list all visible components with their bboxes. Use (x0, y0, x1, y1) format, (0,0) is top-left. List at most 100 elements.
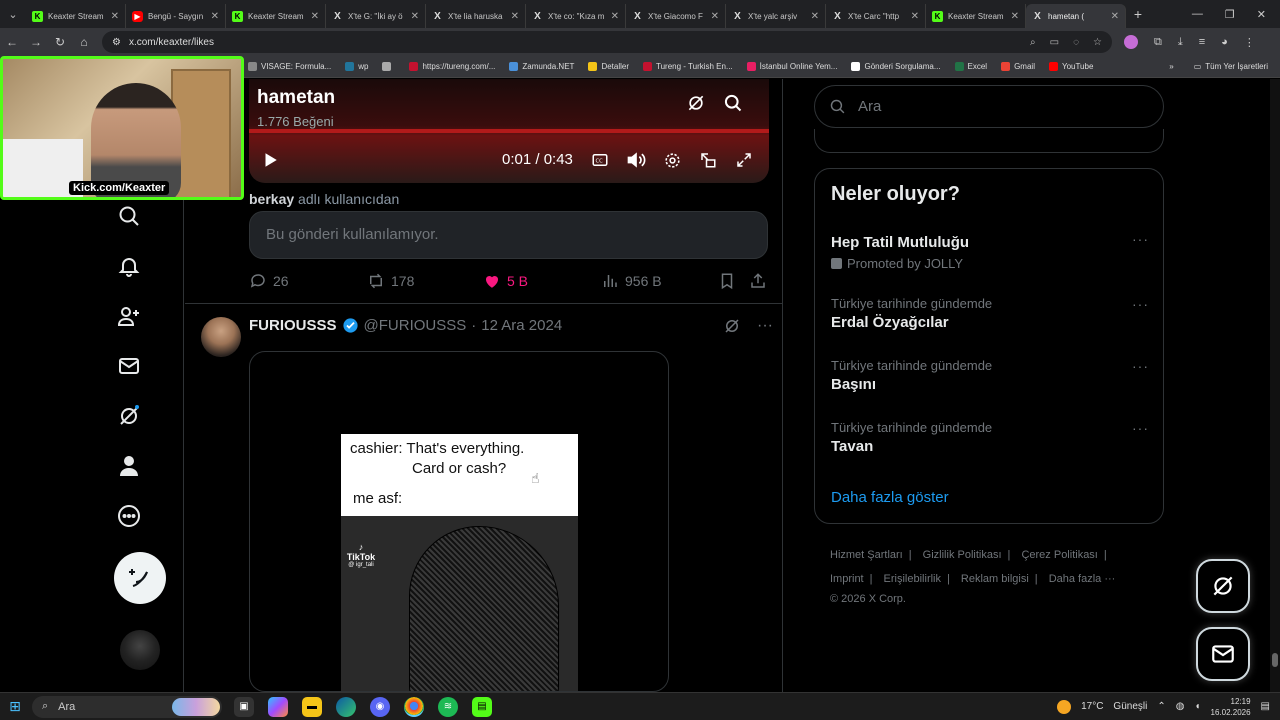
explore-nav[interactable] (114, 201, 144, 231)
browser-tab[interactable]: X X'te G: "İki ay ö ✕ (326, 4, 426, 28)
grok-nav[interactable] (114, 401, 144, 431)
trend-item[interactable]: Türkiye tarihinde gündemde Tavan ··· (831, 420, 1149, 455)
like-button[interactable]: 5 B (483, 272, 528, 290)
close-window-button[interactable]: ✕ (1257, 8, 1266, 21)
tray-chevron-icon[interactable]: ⌃ (1157, 701, 1165, 712)
copilot-icon[interactable] (268, 696, 288, 717)
notifications-icon[interactable]: ▤ (1261, 701, 1270, 712)
footer-link[interactable]: Çerez Politikası (1021, 549, 1097, 561)
share-button[interactable] (749, 272, 767, 290)
browser-tab[interactable]: X X'te Carc "http ✕ (826, 4, 926, 28)
media-icon[interactable]: ≡ (1199, 36, 1205, 48)
reply-button[interactable]: 26 (249, 272, 289, 290)
page-scrollbar[interactable] (1270, 79, 1280, 692)
trend-item[interactable]: Türkiye tarihinde gündemde Erdal Özyağcı… (831, 296, 1149, 331)
file-explorer-icon[interactable]: ▬ (302, 696, 322, 717)
bookmark-item[interactable]: Gönderi Sorgulama... (851, 62, 941, 71)
windows-start-icon[interactable]: ⊞ (0, 698, 30, 715)
settings-button[interactable] (661, 149, 683, 171)
footer-link[interactable]: Reklam bilgisi (961, 573, 1029, 585)
browser-tab[interactable]: K Keaxter Stream ✕ (226, 4, 326, 28)
weather-temp[interactable]: 17°C (1081, 701, 1103, 712)
forward-button[interactable]: → (24, 35, 48, 49)
play-button[interactable] (259, 149, 281, 171)
scrollbar-thumb[interactable] (1272, 653, 1278, 667)
profile-nav[interactable] (114, 451, 144, 481)
tweet-media[interactable]: cashier: That's everything. Card or cash… (249, 351, 669, 692)
close-tab-icon[interactable]: ✕ (311, 11, 319, 22)
bookmark-item[interactable]: YouTube (1048, 62, 1093, 71)
bookmark-item[interactable]: Excel (954, 62, 987, 71)
bookmark-item[interactable]: Zamunda.NET (509, 62, 574, 71)
extension-icon[interactable] (1124, 35, 1138, 49)
grok-icon[interactable] (723, 317, 741, 335)
bookmark-item[interactable]: https://tureng.com/... (409, 62, 495, 71)
messages-nav[interactable] (114, 351, 144, 381)
download-icon[interactable]: ⤓ (1178, 36, 1183, 49)
zoom-icon[interactable]: ⌕ (1030, 37, 1036, 48)
reload-button[interactable]: ↻ (48, 35, 72, 49)
close-tab-icon[interactable]: ✕ (1111, 11, 1119, 22)
more-nav[interactable] (114, 501, 144, 531)
close-tab-icon[interactable]: ✕ (711, 11, 719, 22)
browser-tab[interactable]: Xhametan (✕ (1026, 4, 1126, 28)
trend-more-icon[interactable]: ··· (1132, 231, 1149, 247)
url-bar[interactable]: ⚙ x.com/keaxter/likes ⌕ ▭ ◌ ☆ (102, 31, 1112, 53)
trend-item[interactable]: Türkiye tarihinde gündemde Başını ··· (831, 358, 1149, 393)
close-tab-icon[interactable]: ✕ (911, 11, 919, 22)
browser-tab[interactable]: X X'te lia haruska ✕ (426, 4, 526, 28)
bookmark-item[interactable]: wp (345, 62, 368, 71)
site-info-icon[interactable]: ⚙ (112, 37, 121, 48)
puzzle-icon[interactable]: ⧉ (1154, 36, 1162, 49)
search-box[interactable]: Ara (814, 85, 1164, 128)
clock[interactable]: 12:19 16.02.2026 (1211, 696, 1251, 718)
bookmark-item[interactable]: Gmail (1001, 62, 1035, 71)
close-tab-icon[interactable]: ✕ (611, 11, 619, 22)
bookmark-item[interactable] (382, 62, 395, 71)
bookmark-item[interactable]: Detaller (588, 62, 629, 71)
close-tab-icon[interactable]: ✕ (511, 11, 519, 22)
footer-link[interactable]: Erişilebilirlik (884, 573, 941, 585)
bookmark-star-icon[interactable]: ☆ (1093, 37, 1102, 48)
trend-more-icon[interactable]: ··· (1132, 358, 1149, 374)
bookmark-item[interactable]: Tureng - Turkish En... (643, 62, 733, 71)
show-more-link[interactable]: Daha fazla göster (831, 489, 949, 506)
trend-more-icon[interactable]: ··· (1132, 296, 1149, 312)
browser-tab[interactable]: X X'te co: "Kıza m ✕ (526, 4, 626, 28)
quoted-by-user[interactable]: berkay (249, 191, 294, 207)
footer-link[interactable]: Daha fazla ··· (1049, 573, 1116, 585)
close-tab-icon[interactable]: ✕ (111, 11, 119, 22)
bookmark-item[interactable]: VISAGE: Formula... (248, 62, 331, 71)
bookmark-button[interactable] (718, 272, 736, 290)
tweet-avatar[interactable] (201, 317, 241, 357)
tweet-author-handle[interactable]: @FURIOUSSS (364, 317, 467, 334)
follow-nav[interactable] (114, 301, 144, 331)
close-tab-icon[interactable]: ✕ (811, 11, 819, 22)
spotify-icon[interactable]: ≋ (438, 696, 458, 717)
popout-button[interactable] (697, 149, 719, 171)
network-icon[interactable]: ◍ (1176, 701, 1185, 712)
browser-tab[interactable]: X X'te Giacomo F ✕ (626, 4, 726, 28)
more-options-icon[interactable]: ··· (757, 317, 773, 335)
trend-more-icon[interactable]: ··· (1132, 420, 1149, 436)
streaming-app-icon[interactable]: ▤ (472, 696, 492, 717)
home-button[interactable]: ⌂ (72, 35, 96, 49)
footer-link[interactable]: Hizmet Şartları (830, 549, 903, 561)
views-button[interactable]: 956 B (601, 272, 662, 290)
footer-link[interactable]: Gizlilik Politikası (923, 549, 1002, 561)
fullscreen-button[interactable] (733, 149, 755, 171)
repost-button[interactable]: 178 (367, 272, 414, 290)
footer-link[interactable]: Imprint (830, 573, 864, 585)
volume-button[interactable] (625, 149, 647, 171)
menu-icon[interactable]: ⋮ (1244, 36, 1255, 49)
back-button[interactable]: ← (0, 35, 24, 49)
eye-off-icon[interactable]: ◌ (1073, 37, 1079, 48)
captions-button[interactable]: CC (589, 149, 611, 171)
close-tab-icon[interactable]: ✕ (411, 11, 419, 22)
tweet-author-name[interactable]: FURIOUSSS (249, 317, 337, 334)
browser-tab[interactable]: K Keaxter Stream ✕ (26, 4, 126, 28)
cast-icon[interactable]: ▭ (1050, 37, 1059, 48)
tweet-date[interactable]: 12 Ara 2024 (481, 317, 562, 334)
trend-item[interactable]: Hep Tatil Mutluluğu Promoted by JOLLY ··… (831, 231, 1149, 271)
tab-search-menu[interactable]: ⌄ (0, 0, 26, 28)
